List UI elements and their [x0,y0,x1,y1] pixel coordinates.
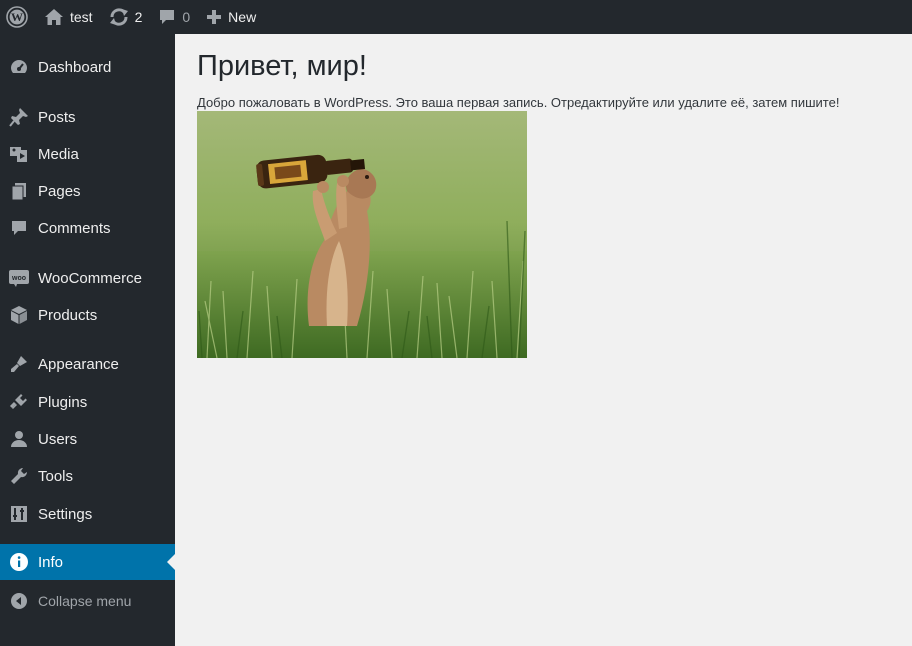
updates-count: 2 [134,9,143,25]
sidebar-item-label: Pages [38,182,81,200]
sidebar-item-label: Collapse menu [38,593,132,609]
sidebar-item-comments[interactable]: Comments [0,211,175,245]
sidebar-item-label: Media [38,145,79,163]
sidebar-item-plugins[interactable]: Plugins [0,385,175,419]
sidebar-item-label: Dashboard [38,58,112,76]
sidebar-item-label: Info [38,553,64,571]
sidebar-item-pages[interactable]: Pages [0,174,175,208]
svg-text:woo: woo [11,275,26,282]
sidebar-item-woocommerce[interactable]: woo WooCommerce [0,261,175,295]
admin-bar: W test 2 0 New [0,0,912,34]
collapse-menu-button[interactable]: Collapse menu [0,584,175,618]
sidebar-item-label: Products [38,306,98,324]
sidebar-item-label: WooCommerce [38,269,142,287]
sidebar-item-appearance[interactable]: Appearance [0,347,175,381]
updates-link[interactable]: 2 [101,0,151,34]
home-icon [45,9,63,25]
paintbrush-icon [0,347,38,381]
box-icon [0,298,38,332]
sidebar-item-users[interactable]: Users [0,422,175,456]
sidebar-item-label: Users [38,430,78,448]
sidebar-item-posts[interactable]: Posts [0,100,175,134]
sidebar-item-label: Appearance [38,355,119,373]
sidebar-item-dashboard[interactable]: Dashboard [0,50,175,84]
comments-count: 0 [182,9,191,25]
post-image [197,111,527,358]
comment-bubble-icon [160,10,175,24]
site-name-link[interactable]: test [36,0,101,34]
settings-sliders-icon [0,497,38,531]
post-title: Привет, мир! [197,50,367,82]
sidebar-item-products[interactable]: Products [0,298,175,332]
sidebar-item-label: Plugins [38,393,88,411]
new-content-link[interactable]: New [198,0,264,34]
plus-icon [207,10,222,24]
media-icon [0,137,38,171]
sidebar-item-settings[interactable]: Settings [0,497,175,531]
plug-icon [0,385,38,419]
wrench-icon [0,459,38,493]
post-text: Добро пожаловать в WordPress. Это ваша п… [197,95,840,110]
comments-link[interactable]: 0 [150,0,198,34]
admin-sidebar: Dashboard Posts Media Pages Comments woo… [0,34,175,646]
collapse-arrow-icon [0,584,38,618]
comment-icon [0,211,38,245]
pages-icon [0,174,38,208]
wordpress-logo-button[interactable]: W [0,0,36,34]
sidebar-item-info[interactable]: Info [0,544,175,580]
sidebar-item-label: Settings [38,505,93,523]
sidebar-item-label: Comments [38,219,111,237]
updates-icon [109,8,128,26]
sidebar-item-label: Tools [38,467,74,485]
sidebar-item-label: Posts [38,108,76,126]
dashboard-icon [0,50,38,84]
sidebar-item-media[interactable]: Media [0,137,175,171]
woocommerce-icon: woo [0,261,38,295]
svg-text:W: W [11,10,23,24]
new-label: New [228,9,257,25]
wordpress-logo-icon: W [6,6,28,28]
sidebar-item-tools[interactable]: Tools [0,459,175,493]
site-name-label: test [70,9,93,25]
info-icon [0,545,38,579]
pushpin-icon [0,100,38,134]
post-content: Привет, мир! Добро пожаловать в WordPres… [197,34,897,358]
user-icon [0,422,38,456]
